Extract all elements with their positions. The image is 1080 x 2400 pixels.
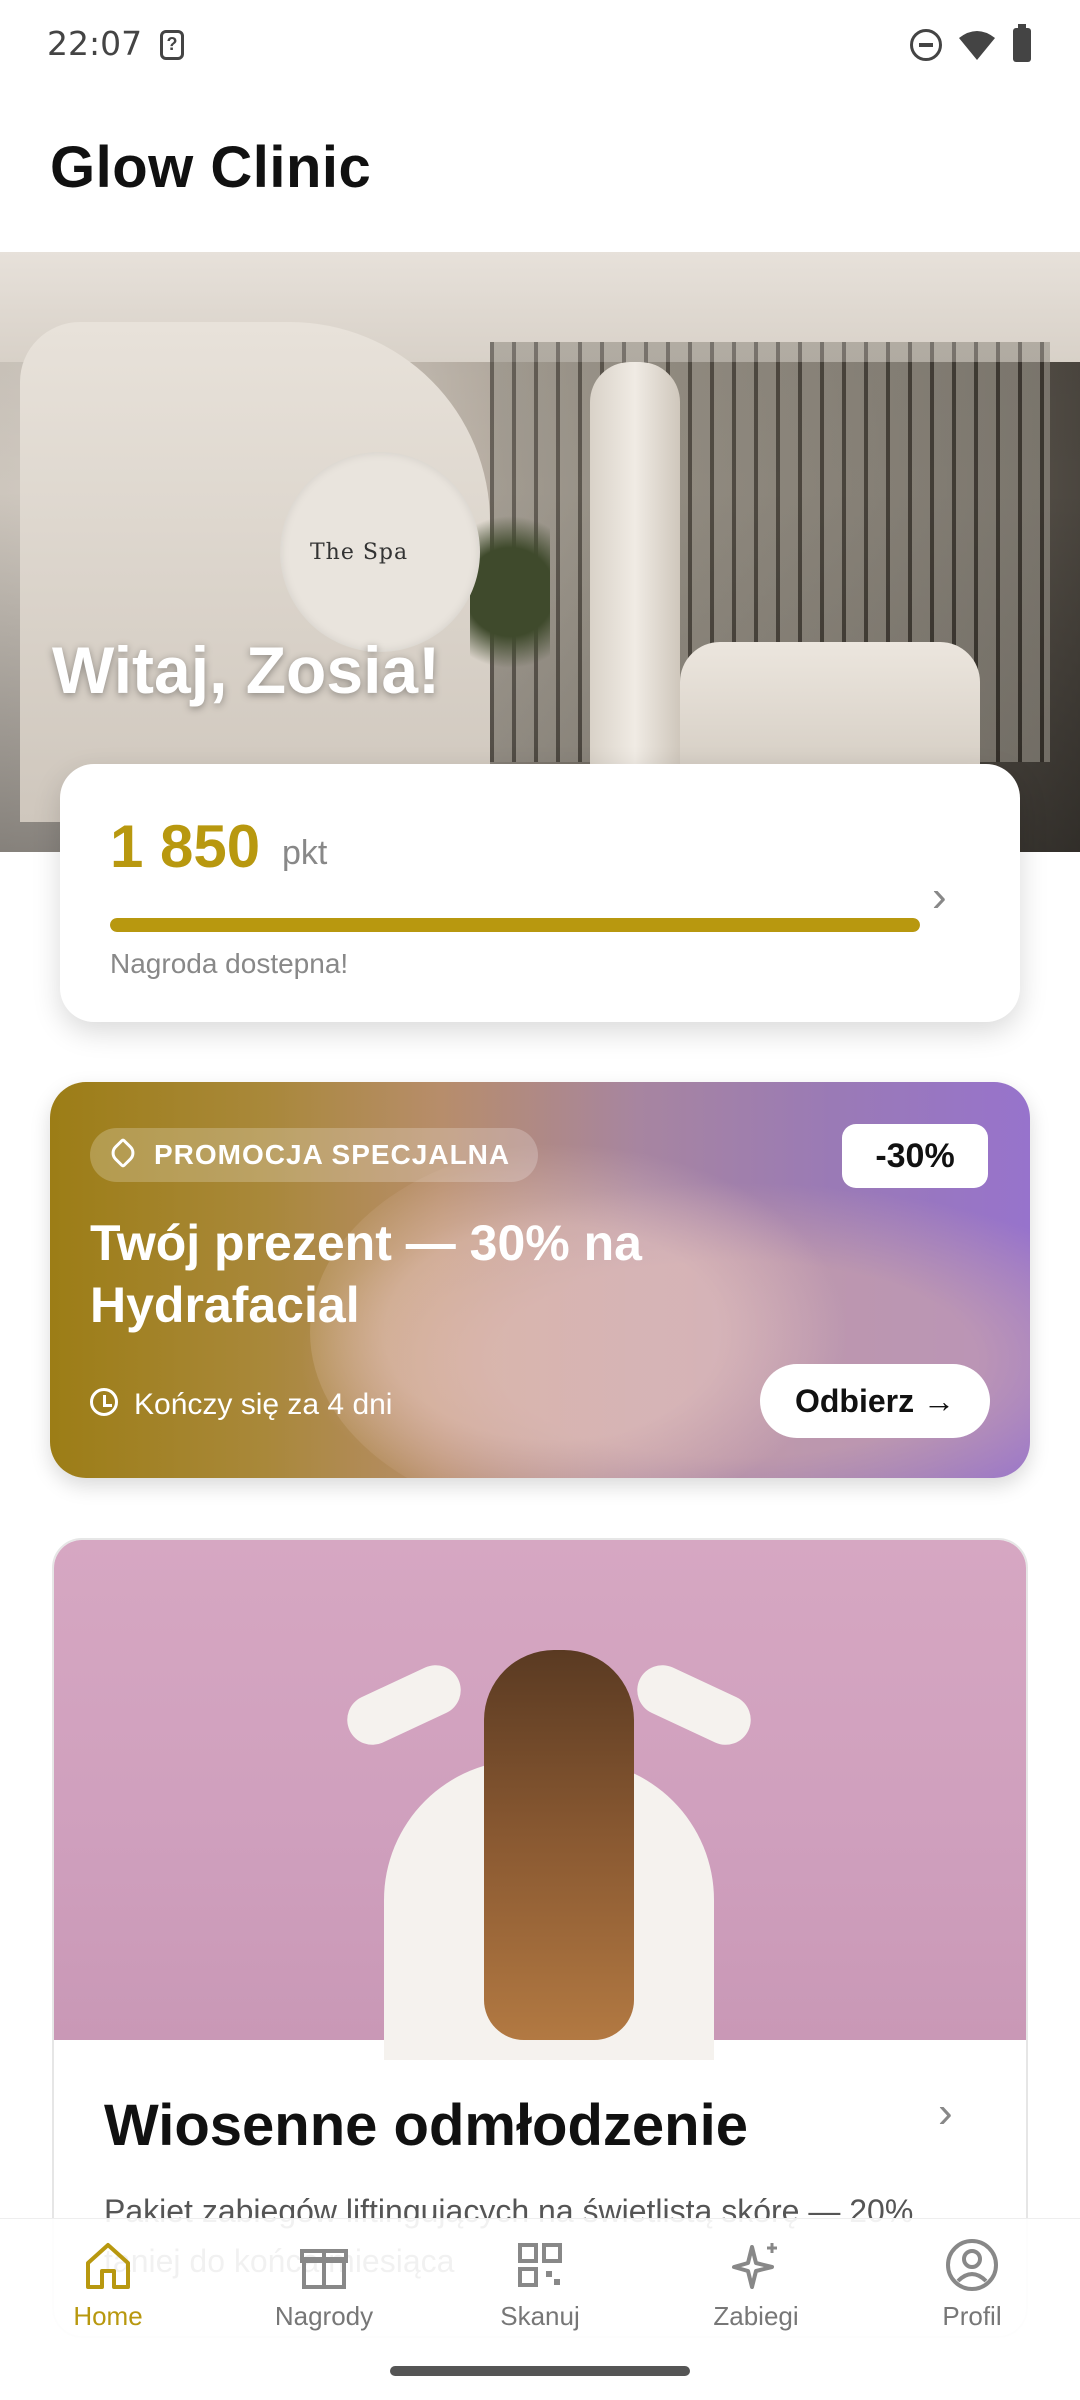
woman-image xyxy=(339,1600,759,2060)
wifi-icon xyxy=(959,31,995,60)
points-note: Nagroda dostepna! xyxy=(110,948,349,979)
nav-home-label: Home xyxy=(73,2301,143,2331)
package-title: Wiosenne odmłodzenie xyxy=(104,2093,748,2158)
spa-sign-text: The Spa xyxy=(310,540,409,565)
nav-profile[interactable]: Profil xyxy=(864,2219,1080,2349)
nav-scan-label: Skanuj xyxy=(500,2301,580,2331)
nav-scan[interactable]: Skanuj xyxy=(432,2219,648,2349)
points-value: 1 850 xyxy=(110,813,261,880)
gesture-handle xyxy=(390,2366,690,2376)
profile-icon xyxy=(946,2239,998,2291)
hero-banner: The Spa Witaj, Zosia! xyxy=(0,252,1080,852)
home-icon xyxy=(86,2243,130,2289)
gift-icon xyxy=(300,2249,348,2289)
claim-button[interactable]: Odbierz → xyxy=(760,1364,990,1438)
greeting-text: Witaj, Zosia! xyxy=(52,633,441,707)
qr-icon xyxy=(518,2243,562,2287)
hero-plant xyxy=(470,512,550,712)
nav-rewards-label: Nagrody xyxy=(274,2301,374,2331)
promo-expiry: Kończy się za 4 dni xyxy=(134,1388,393,1421)
clock-icon xyxy=(90,1388,118,1416)
points-card[interactable]: 1 850 pkt Nagroda dostepna! › xyxy=(60,764,1020,1022)
do-not-disturb-icon xyxy=(910,29,942,61)
points-progress-fill xyxy=(110,918,920,932)
discount-badge: -30% xyxy=(842,1124,988,1188)
nav-profile-label: Profil xyxy=(942,2301,1002,2331)
spa-sign: The Spa xyxy=(280,452,480,652)
app-bar: Glow Clinic xyxy=(0,92,1080,252)
status-bar: 22:07 ? xyxy=(0,0,1080,92)
app-title: Glow Clinic xyxy=(50,135,372,200)
battery-icon xyxy=(1013,24,1031,62)
notification-icon: ? xyxy=(160,30,184,60)
nav-treatments-label: Zabiegi xyxy=(713,2301,799,2331)
status-time: 22:07 xyxy=(47,24,143,63)
package-photo xyxy=(54,1540,1026,2060)
promo-card[interactable]: PROMOCJA SPECJALNA -30% Twój prezent — 3… xyxy=(50,1082,1030,1478)
points-progress-bar xyxy=(110,918,920,932)
nav-home[interactable]: Home xyxy=(0,2219,216,2349)
promo-badge: PROMOCJA SPECJALNA xyxy=(90,1128,539,1182)
points-unit: pkt xyxy=(282,834,328,872)
chevron-right-icon: › xyxy=(932,872,947,921)
chevron-right-icon: › xyxy=(938,2088,953,2137)
sparkle-icon xyxy=(732,2243,777,2289)
nav-rewards[interactable]: Nagrody xyxy=(216,2219,432,2349)
nav-treatments[interactable]: Zabiegi xyxy=(648,2219,864,2349)
promo-headline: Twój prezent — 30% na Hydrafacial xyxy=(90,1215,642,1333)
bottom-nav: Home Nagrody Skanuj Zabiegi Profil xyxy=(0,2218,1080,2349)
